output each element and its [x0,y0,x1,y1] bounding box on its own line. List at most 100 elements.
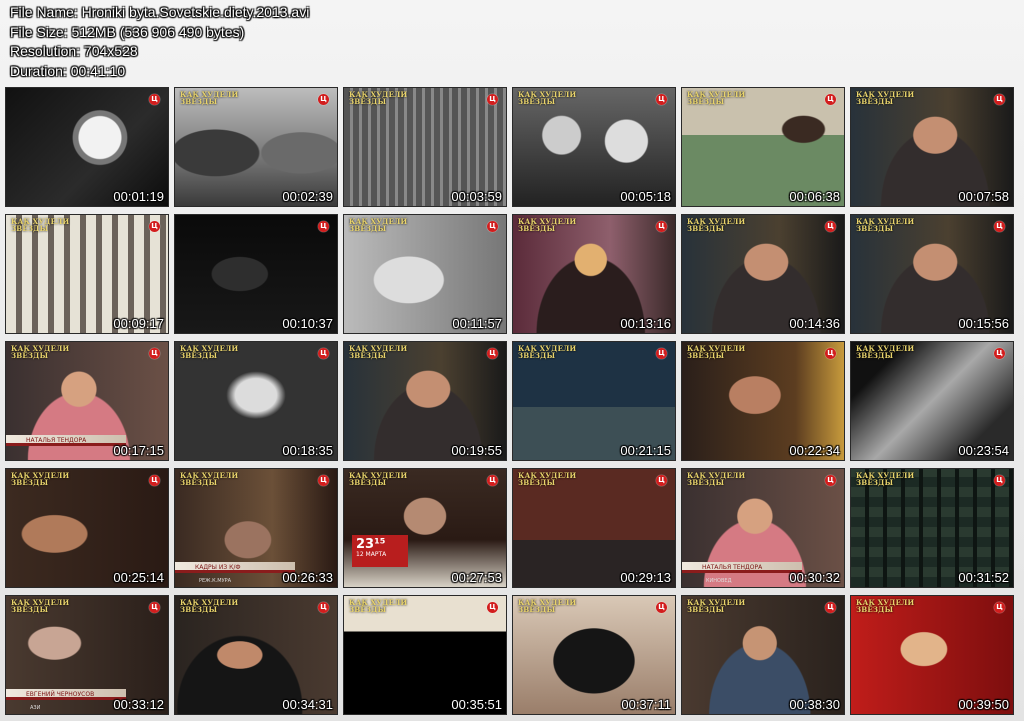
timestamp-label: 00:34:31 [282,697,333,712]
video-thumbnail[interactable]: КАК ХУДЕЛИ ЗВЁЗДЫ Ц 00:38:30 [681,595,845,715]
timestamp-label: 00:03:59 [451,189,502,204]
show-logo: КАК ХУДЕЛИ ЗВЁЗДЫ [518,217,577,233]
show-logo: КАК ХУДЕЛИ ЗВЁЗДЫ [349,598,408,614]
show-logo: КАК ХУДЕЛИ ЗВЁЗДЫ [687,471,746,487]
channel-logo-icon: Ц [825,94,836,105]
timestamp-label: 00:38:30 [789,697,840,712]
timestamp-label: 00:13:16 [620,316,671,331]
show-logo: КАК ХУДЕЛИ ЗВЁЗДЫ [518,598,577,614]
timestamp-label: 00:35:51 [451,697,502,712]
file-name-text: File Name: Hroniki byta.Sovetskie.diety.… [10,4,310,20]
video-thumbnail[interactable]: КАК ХУДЕЛИ ЗВЁЗДЫ Ц 00:02:39 [174,87,338,207]
show-logo: КАК ХУДЕЛИ ЗВЁЗДЫ [856,598,915,614]
video-thumbnail[interactable]: КАК ХУДЕЛИ ЗВЁЗДЫ Ц НАТАЛЬЯ ТЕНДОРА 00:17:1… [5,341,169,461]
timestamp-label: 00:22:34 [789,443,840,458]
show-logo: КАК ХУДЕЛИ ЗВЁЗДЫ [11,598,70,614]
video-thumbnail[interactable]: Ц 00:01:19 [5,87,169,207]
duration-text: Duration: 00:41:10 [10,62,126,79]
date-badge-sub: 12 МАРТА [356,551,387,558]
video-thumbnail[interactable]: КАК ХУДЕЛИ ЗВЁЗДЫ Ц 00:13:16 [512,214,676,334]
channel-logo-icon: Ц [825,348,836,359]
channel-logo-icon: Ц [487,475,498,486]
channel-logo-icon: Ц [825,221,836,232]
timestamp-label: 00:31:52 [958,570,1009,585]
video-thumbnail[interactable]: КАК ХУДЕЛИ ЗВЁЗДЫ Ц 00:18:35 [174,341,338,461]
show-logo: КАК ХУДЕЛИ ЗВЁЗДЫ [856,90,915,106]
channel-logo-icon: Ц [149,221,160,232]
timestamp-label: 00:14:36 [789,316,840,331]
show-logo: КАК ХУДЕЛИ ЗВЁЗДЫ [518,471,577,487]
channel-logo-icon: Ц [825,602,836,613]
video-thumbnail[interactable]: КАК ХУДЕЛИ ЗВЁЗДЫ Ц 00:15:56 [850,214,1014,334]
lower-third-caption: ЕВГЕНИЙ ЧЕРНОУСОВ [6,689,126,700]
channel-logo-icon: Ц [318,602,329,613]
show-logo: КАК ХУДЕЛИ ЗВЁЗДЫ [518,344,577,360]
channel-logo-icon: Ц [318,221,329,232]
timestamp-label: 00:11:57 [452,316,502,331]
show-logo: КАК ХУДЕЛИ ЗВЁЗДЫ [349,344,408,360]
timestamp-label: 00:21:15 [620,443,671,458]
video-thumbnail[interactable]: КАК ХУДЕЛИ ЗВЁЗДЫ Ц 00:11:57 [343,214,507,334]
show-logo: КАК ХУДЕЛИ ЗВЁЗДЫ [856,344,915,360]
video-thumbnail[interactable]: КАК ХУДЕЛИ ЗВЁЗДЫ Ц ЕВГЕНИЙ ЧЕРНОУСОВ АЗИ 00… [5,595,169,715]
timestamp-label: 00:33:12 [113,697,164,712]
lower-third-subcaption: КИНОВЕД [706,578,732,584]
video-thumbnail[interactable]: КАК ХУДЕЛИ ЗВЁЗДЫ Ц 00:34:31 [174,595,338,715]
video-thumbnail[interactable]: КАК ХУДЕЛИ ЗВЁЗДЫ Ц 00:06:38 [681,87,845,207]
lower-third-subcaption: РЕЖ.К.МУРА [199,578,232,584]
channel-logo-icon: Ц [487,94,498,105]
channel-logo-icon: Ц [149,475,160,486]
show-logo: КАК ХУДЕЛИ ЗВЁЗДЫ [687,90,746,106]
show-logo: КАК ХУДЕЛИ ЗВЁЗДЫ [518,90,577,106]
timestamp-label: 00:15:56 [958,316,1009,331]
video-thumbnail[interactable]: КАК ХУДЕЛИ ЗВЁЗДЫ Ц 00:35:51 [343,595,507,715]
video-thumbnail[interactable]: КАК ХУДЕЛИ ЗВЁЗДЫ Ц 00:09:17 [5,214,169,334]
video-thumbnail[interactable]: КАК ХУДЕЛИ ЗВЁЗДЫ Ц 00:29:13 [512,468,676,588]
lower-third-caption: НАТАЛЬЯ ТЕНДОРА [682,562,802,573]
video-thumbnail[interactable]: КАК ХУДЕЛИ ЗВЁЗДЫ Ц 00:21:15 [512,341,676,461]
channel-logo-icon: Ц [487,221,498,232]
lower-third-caption: КАДРЫ ИЗ К/Ф [175,562,295,573]
show-logo: КАК ХУДЕЛИ ЗВЁЗДЫ [180,344,239,360]
video-thumbnail[interactable]: КАК ХУДЕЛИ ЗВЁЗДЫ Ц НАТАЛЬЯ ТЕНДОРА КИНОВЕД… [681,468,845,588]
video-thumbnail[interactable]: КАК ХУДЕЛИ ЗВЁЗДЫ Ц 00:31:52 [850,468,1014,588]
channel-logo-icon: Ц [656,602,667,613]
video-thumbnail[interactable]: Ц 00:10:37 [174,214,338,334]
show-logo: КАК ХУДЕЛИ ЗВЁЗДЫ [180,598,239,614]
video-thumbnail[interactable]: КАК ХУДЕЛИ ЗВЁЗДЫ Ц 00:37:11 [512,595,676,715]
video-thumbnail[interactable]: КАК ХУДЕЛИ ЗВЁЗДЫ Ц 00:39:50 [850,595,1014,715]
video-thumbnail[interactable]: КАК ХУДЕЛИ ЗВЁЗДЫ Ц 23¹⁵ 12 МАРТА 00:27:53 [343,468,507,588]
show-logo: КАК ХУДЕЛИ ЗВЁЗДЫ [687,217,746,233]
video-thumbnail[interactable]: КАК ХУДЕЛИ ЗВЁЗДЫ Ц 00:22:34 [681,341,845,461]
video-thumbnail[interactable]: КАК ХУДЕЛИ ЗВЁЗДЫ Ц 00:14:36 [681,214,845,334]
channel-logo-icon: Ц [994,475,1005,486]
channel-logo-icon: Ц [318,94,329,105]
channel-logo-icon: Ц [825,475,836,486]
timestamp-label: 00:29:13 [620,570,671,585]
video-thumbnail[interactable]: КАК ХУДЕЛИ ЗВЁЗДЫ Ц 00:07:58 [850,87,1014,207]
show-logo: КАК ХУДЕЛИ ЗВЁЗДЫ [856,217,915,233]
show-logo: КАК ХУДЕЛИ ЗВЁЗДЫ [349,217,408,233]
channel-logo-icon: Ц [994,602,1005,613]
timestamp-label: 00:19:55 [451,443,502,458]
video-thumbnail[interactable]: КАК ХУДЕЛИ ЗВЁЗДЫ Ц 00:23:54 [850,341,1014,461]
timestamp-label: 00:37:11 [621,697,671,712]
file-info: File Name: Hroniki byta.Sovetskie.diety.… [10,3,309,81]
timestamp-label: 00:10:37 [282,316,333,331]
show-logo: КАК ХУДЕЛИ ЗВЁЗДЫ [856,471,915,487]
video-thumbnail[interactable]: КАК ХУДЕЛИ ЗВЁЗДЫ Ц 00:03:59 [343,87,507,207]
date-badge: 23¹⁵ 12 МАРТА [352,535,408,567]
video-thumbnail[interactable]: КАК ХУДЕЛИ ЗВЁЗДЫ Ц 00:05:18 [512,87,676,207]
timestamp-label: 00:09:17 [113,316,164,331]
video-thumbnail[interactable]: КАК ХУДЕЛИ ЗВЁЗДЫ Ц 00:25:14 [5,468,169,588]
channel-logo-icon: Ц [656,475,667,486]
video-thumbnail[interactable]: КАК ХУДЕЛИ ЗВЁЗДЫ Ц КАДРЫ ИЗ К/Ф РЕЖ.К.МУРА… [174,468,338,588]
timestamp-label: 00:05:18 [620,189,671,204]
file-size-text: File Size: 512MB (536 906 490 bytes) [10,23,245,40]
show-logo: КАК ХУДЕЛИ ЗВЁЗДЫ [180,90,239,106]
channel-logo-icon: Ц [656,348,667,359]
timestamp-label: 00:26:33 [282,570,333,585]
timestamp-label: 00:39:50 [958,697,1009,712]
video-thumbnail[interactable]: КАК ХУДЕЛИ ЗВЁЗДЫ Ц 00:19:55 [343,341,507,461]
timestamp-label: 00:01:19 [113,189,164,204]
